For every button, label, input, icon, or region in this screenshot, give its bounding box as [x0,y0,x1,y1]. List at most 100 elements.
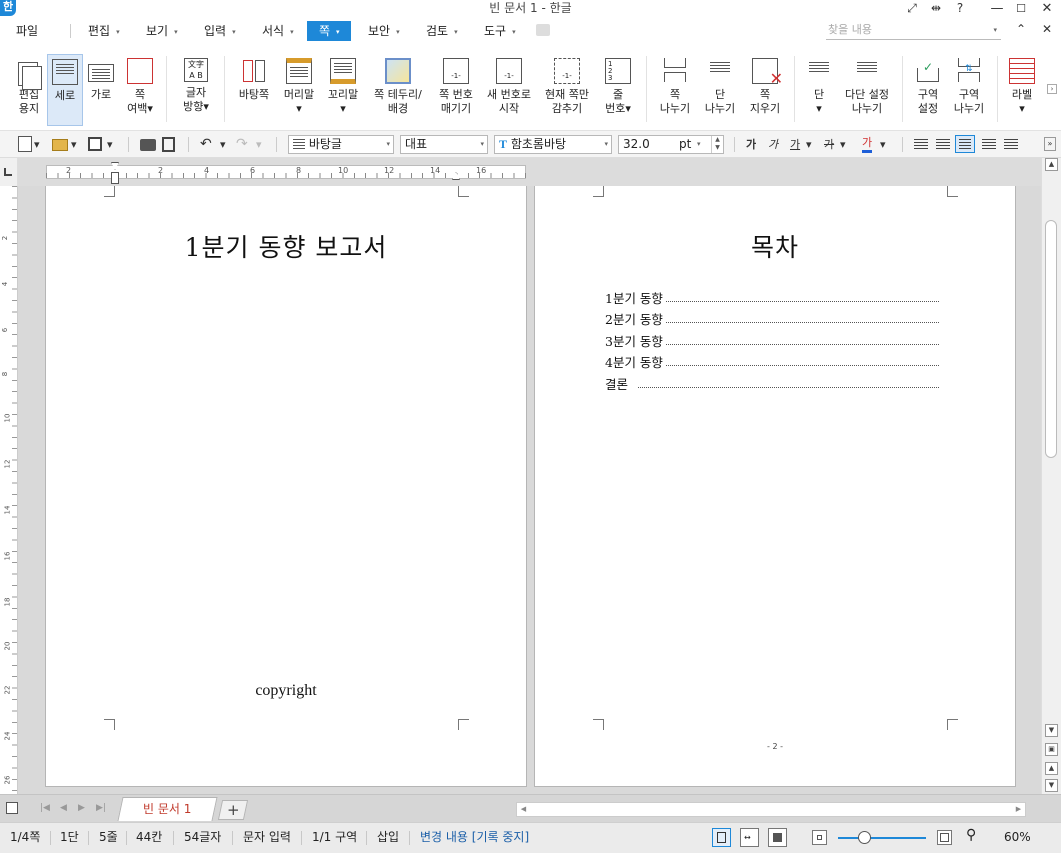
close-button[interactable]: ✕ [1034,0,1060,18]
zoom-slider-thumb[interactable] [858,831,871,844]
caret-down-icon[interactable]: ▾ [880,135,886,154]
menu-edit[interactable]: 편집 ▾ [82,21,126,41]
document-workspace[interactable]: 1분기 동향 보고서 copyright 목차 1분기 동향 2분기 동향 3분… [18,186,1041,794]
align-distribute-icon[interactable] [1004,139,1018,151]
page-border-button[interactable]: 쪽 테두리/ 배경 [367,54,429,126]
underline-button[interactable]: 가 [790,135,800,154]
toc-item[interactable]: 결론 [605,371,939,393]
zoom-out-icon[interactable] [812,830,827,845]
hide-current-button[interactable]: -1- 현재 쪽만 감추기 [539,54,595,126]
style-select[interactable]: 바탕글 ▾ [288,135,394,154]
full-view-button[interactable] [768,828,787,847]
menu-security[interactable]: 보안 ▾ [362,21,406,41]
page-margin-button[interactable]: 쪽 여백▾ [120,54,160,126]
status-page[interactable]: 1/4쪽 [10,829,40,845]
toc-item[interactable]: 3분기 동향 [605,328,939,350]
add-tab-button[interactable]: + [217,800,249,820]
document-tab[interactable]: 빈 문서 1 [117,797,218,821]
caret-down-icon[interactable]: ▾ [840,135,846,154]
open-folder-icon[interactable] [52,139,68,151]
status-input-mode[interactable]: 문자 입력 [243,829,291,845]
fit-window-icon[interactable]: ⤢ [902,0,922,16]
text-direction-button[interactable]: 文字 A B 글자 방향▾ [174,54,218,126]
help-button[interactable]: ? [950,0,970,16]
vertical-scrollbar[interactable]: ▲ ▼ ▣ ▲ ▼ [1041,158,1061,794]
collapse-ribbon-button[interactable]: ⌃ [1016,22,1026,36]
toc-title[interactable]: 목차 [535,228,1015,264]
multi-column-break-button[interactable]: 다단 설정 나누기 [840,54,894,126]
toc-item[interactable]: 2분기 동향 [605,307,939,329]
vertical-ruler[interactable]: 2 4 6 8 10 12 14 16 18 20 22 24 26 [0,186,18,794]
menu-file[interactable]: 파일 [10,21,44,41]
section-setup-button[interactable]: ✓ 구역 설정 [910,54,946,126]
scroll-left-icon[interactable]: ◀ [517,803,530,816]
last-tab-icon[interactable]: ▶| [96,803,106,813]
menu-view[interactable]: 보기 ▾ [140,21,184,41]
redo-icon[interactable]: ↷ [236,135,248,154]
print-preview-icon[interactable] [162,137,175,152]
plugin-icon[interactable] [536,24,550,36]
left-indent-marker[interactable] [111,172,119,184]
new-document-icon[interactable] [18,136,32,152]
caret-down-icon[interactable]: ▾ [34,135,40,154]
menu-page[interactable]: 쪽 ▾ [307,21,351,41]
status-insert-mode[interactable]: 삽입 [377,829,399,845]
columns-button[interactable]: 단 ▾ [802,54,836,126]
page-view-icon[interactable]: ▣ [1045,743,1058,756]
maximize-button[interactable]: ☐ [1008,0,1034,18]
menu-tools[interactable]: 도구 ▾ [478,21,522,41]
first-tab-icon[interactable]: |◀ [40,803,50,813]
page-1[interactable]: 1분기 동향 보고서 copyright [45,186,527,787]
caret-down-icon[interactable]: ▾ [806,135,812,154]
landscape-button[interactable]: 가로 [85,54,117,126]
menu-review[interactable]: 검토 ▾ [420,21,464,41]
caret-down-icon[interactable]: ▾ [697,136,701,153]
caret-down-icon[interactable]: ▾ [71,135,77,154]
toc-item[interactable]: 4분기 동향 [605,350,939,372]
scrollbar-thumb[interactable] [1045,220,1057,458]
header-button[interactable]: 머리말 ▾ [279,54,319,126]
line-number-button[interactable]: 123 줄 번호▾ [598,54,638,126]
section-break-button[interactable]: ⇅ 구역 나누기 [949,54,989,126]
menu-insert[interactable]: 입력 ▾ [198,21,242,41]
align-center-icon[interactable] [955,135,975,153]
caret-down-icon[interactable]: ▾ [220,135,226,154]
menu-format[interactable]: 서식 ▾ [256,21,300,41]
page-view-button[interactable] [712,828,731,847]
caret-down-icon[interactable]: ▾ [107,135,113,154]
zoom-magnifier-icon[interactable]: ⚲ [966,827,976,843]
page-2[interactable]: 목차 1분기 동향 2분기 동향 3분기 동향 4분기 동향 결론 - 2 - [534,186,1016,787]
ruler-corner[interactable] [0,158,18,186]
label-button[interactable]: 라벨 ▾ [1005,54,1039,126]
close-document-button[interactable]: ✕ [1042,22,1052,36]
page-break-button[interactable]: 쪽 나누기 [654,54,696,126]
zoom-slider-track[interactable] [838,837,926,839]
split-view-icon[interactable]: ⇹ [926,0,946,16]
toolbar-expand-icon[interactable]: » [1044,137,1056,151]
minimize-button[interactable]: — [984,0,1010,18]
background-page-button[interactable]: 바탕쪽 [232,54,276,126]
prev-page-icon[interactable]: ▲ [1045,762,1058,775]
zoom-in-icon[interactable] [937,830,952,845]
bold-button[interactable]: 가 [746,135,756,154]
page-number-button[interactable]: -1- 쪽 번호 매기기 [432,54,480,126]
next-page-icon[interactable]: ▼ [1045,779,1058,792]
edit-paper-button[interactable]: 편집 용지 [10,54,48,126]
font-select[interactable]: T 함초롬바탕 ▾ [494,135,612,154]
scroll-right-icon[interactable]: ▶ [1012,803,1025,816]
document-title[interactable]: 1분기 동향 보고서 [46,228,526,264]
delete-page-button[interactable]: ✕ 쪽 지우기 [744,54,786,126]
prev-tab-icon[interactable]: ◀ [60,803,67,813]
horizontal-ruler[interactable]: 2 2 4 6 8 10 12 14 16 [18,158,1041,186]
scroll-up-icon[interactable]: ▲ [1045,158,1058,171]
caret-down-icon[interactable]: ▾ [256,135,262,154]
next-tab-icon[interactable]: ▶ [78,803,85,813]
save-icon[interactable] [88,137,102,151]
italic-button[interactable]: 가 [768,135,778,154]
new-number-button[interactable]: -1- 새 번호로 시작 [483,54,535,126]
horizontal-scrollbar[interactable]: ◀ ▶ [516,802,1026,817]
column-break-button[interactable]: 단 나누기 [700,54,740,126]
spinner-icon[interactable]: ▲ ▼ [711,136,723,153]
scroll-down-icon[interactable]: ▼ [1045,724,1058,737]
tab-list-icon[interactable] [6,802,18,814]
